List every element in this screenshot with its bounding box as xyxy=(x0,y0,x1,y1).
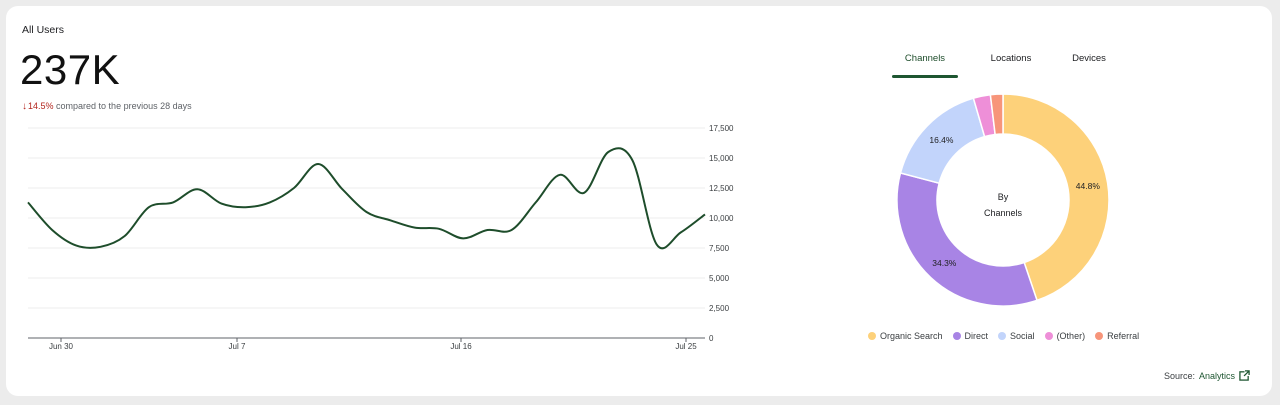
slice-label: 34.3% xyxy=(932,258,957,268)
slice-label: 44.8% xyxy=(1076,181,1101,191)
slice-label: 16.4% xyxy=(929,135,954,145)
channels-donut-chart: 44.8% 34.3% 16.4% xyxy=(896,93,1110,307)
donut-slice xyxy=(896,172,1038,307)
